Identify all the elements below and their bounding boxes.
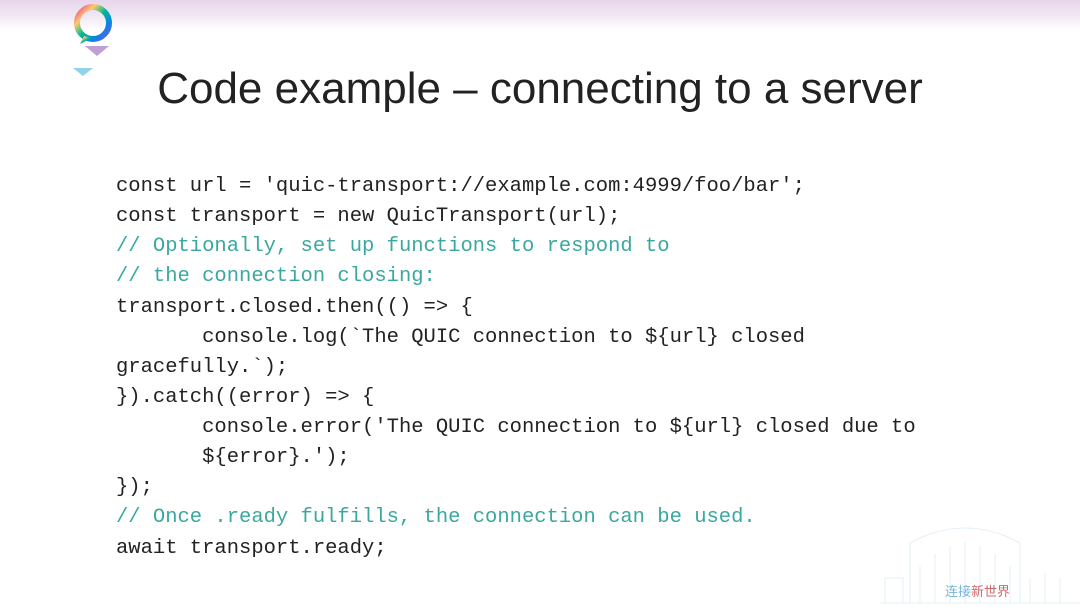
code-line: gracefully.`); — [116, 356, 288, 379]
code-comment: // Once .ready fulfills, the connection … — [116, 506, 756, 529]
footer-label: 连接新世界 — [945, 581, 1010, 600]
code-line: }).catch((error) => { — [116, 386, 374, 409]
code-line: }); — [116, 476, 153, 499]
conference-logo — [72, 4, 114, 46]
speech-bubble-icon — [72, 4, 114, 46]
code-line: ${error}.'); — [116, 446, 350, 469]
code-comment: // the connection closing: — [116, 265, 436, 288]
code-line: const url = 'quic-transport://example.co… — [116, 175, 805, 198]
code-line: transport.closed.then(() => { — [116, 296, 473, 319]
footer-label-red: 新世界 — [971, 584, 1010, 599]
code-comment: // Optionally, set up functions to respo… — [116, 235, 670, 258]
code-example-block: const url = 'quic-transport://example.co… — [116, 172, 1020, 564]
top-gradient-border — [0, 0, 1080, 30]
decorative-triangle-purple — [85, 46, 109, 56]
code-line: await transport.ready; — [116, 537, 387, 560]
slide-title: Code example – connecting to a server — [0, 64, 1080, 114]
footer-label-blue: 连接 — [945, 584, 971, 599]
code-line: console.log(`The QUIC connection to ${ur… — [116, 326, 805, 349]
code-line: console.error('The QUIC connection to ${… — [116, 416, 916, 439]
code-line: const transport = new QuicTransport(url)… — [116, 205, 620, 228]
